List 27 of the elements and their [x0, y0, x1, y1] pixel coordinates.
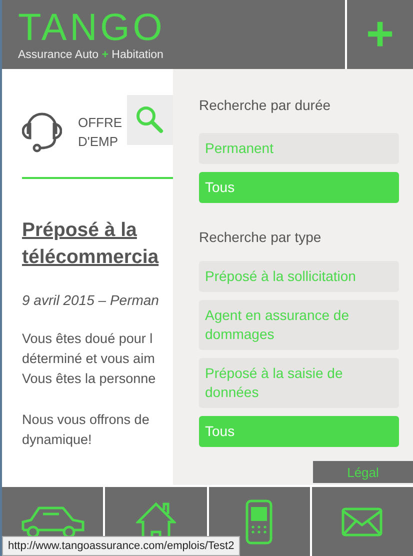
job-title[interactable]: télécommercia	[22, 244, 159, 271]
filter-option[interactable]: Préposé à la saisie de données	[199, 358, 399, 408]
job-description: déterminé et vous aim	[22, 350, 156, 368]
search-icon	[135, 105, 165, 135]
job-description: Vous êtes doué pour l	[22, 330, 154, 348]
filter-option[interactable]: Tous	[199, 416, 399, 447]
job-description: Vous êtes la personne	[22, 370, 157, 388]
section-title: OFFRE	[78, 114, 122, 132]
filter-option[interactable]: Préposé à la sollicitation	[199, 261, 399, 292]
link-url-tooltip: http://www.tangoassurance.com/emplois/Test2	[2, 536, 240, 556]
legal-link[interactable]: Légal	[313, 461, 413, 483]
job-title[interactable]: Préposé à la	[22, 217, 137, 244]
headset-icon	[22, 110, 62, 154]
job-description: dynamique!	[22, 431, 93, 449]
phone-icon	[245, 498, 274, 544]
section-title: D'EMP	[78, 133, 120, 151]
filter-heading: Recherche par durée	[199, 97, 332, 113]
filter-option[interactable]: Tous	[199, 172, 399, 203]
logo-tagline: Assurance Auto + Habitation	[18, 49, 164, 61]
mail-icon	[341, 506, 384, 536]
filter-option[interactable]: Permanent	[199, 133, 399, 164]
logo-wordmark[interactable]: TANGO	[18, 9, 166, 47]
job-meta: 9 avril 2015 – Perman	[22, 292, 160, 308]
filter-heading: Recherche par type	[199, 229, 322, 245]
job-description: Nous vous offrons de	[22, 411, 150, 429]
filter-option[interactable]: Agent en assurance de dommages	[199, 300, 399, 350]
footer-tile[interactable]	[312, 487, 413, 556]
